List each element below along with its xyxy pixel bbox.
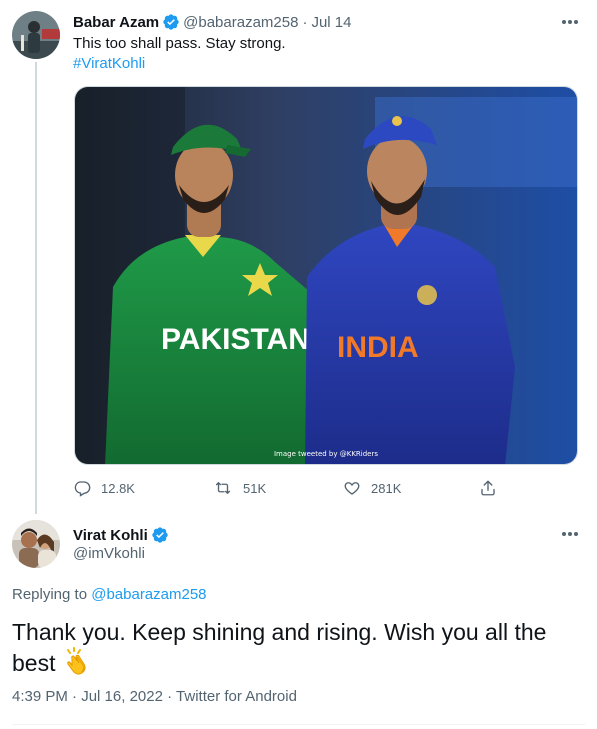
tweet1-text: This too shall pass. Stay strong. — [73, 35, 286, 52]
like-icon — [344, 482, 360, 495]
tweet2-source[interactable]: Twitter for Android — [176, 688, 297, 705]
like-count: 281K — [371, 480, 402, 496]
more-icon[interactable] — [560, 12, 580, 32]
meta-separator: · — [72, 688, 78, 705]
tweet1-handle[interactable]: @babarazam258 — [183, 14, 298, 31]
reply-icon — [74, 481, 91, 497]
tweet2-date[interactable]: Jul 16, 2022 — [81, 688, 163, 705]
retweet-button[interactable]: 51K — [213, 478, 266, 498]
tweet1-display-name[interactable]: Babar Azam — [73, 14, 159, 31]
divider — [12, 724, 585, 725]
tweet2-meta: 4:39 PM · Jul 16, 2022 · Twitter for And… — [12, 688, 297, 705]
media-credit-caption: Image tweeted by @KKRiders — [273, 450, 379, 458]
tweet1-date[interactable]: Jul 14 — [311, 14, 351, 31]
tweet2-time[interactable]: 4:39 PM — [12, 688, 68, 705]
india-jersey-text: INDIA — [337, 331, 419, 364]
tweet2-text-block: Thank you. Keep shining and rising. Wish… — [12, 617, 582, 682]
meta-separator: · — [167, 688, 173, 705]
retweet-count: 51K — [243, 480, 267, 496]
thread-connector-line — [35, 62, 37, 514]
tweet1-hashtag-link[interactable]: #ViratKohli — [73, 54, 145, 74]
more-icon[interactable] — [560, 524, 580, 544]
retweet-icon — [215, 482, 231, 494]
pakistan-jersey-text: PAKISTAN — [161, 323, 310, 356]
tweet2-handle[interactable]: @imVkohli — [73, 545, 145, 562]
tweet1-header: Babar Azam @babarazam258 · Jul 14 — [73, 12, 351, 32]
verified-badge-icon — [151, 526, 169, 544]
tweet2-text: Thank you. Keep shining and rising. Wish… — [12, 619, 547, 676]
virat-kohli-avatar[interactable] — [12, 520, 60, 568]
reply-button[interactable]: 12.8K — [73, 478, 135, 498]
tweet1-action-bar: 12.8K 51K 281K — [73, 478, 503, 498]
share-button[interactable] — [479, 478, 507, 498]
babar-azam-avatar[interactable] — [12, 11, 60, 59]
like-button[interactable]: 281K — [343, 478, 401, 498]
replying-to-line: Replying to @babarazam258 — [12, 586, 207, 603]
tweet1-media-photo[interactable]: PAKISTAN INDIA Image tweeted by @KKRider… — [74, 86, 578, 465]
tweet1-separator: · — [302, 13, 308, 31]
share-icon — [481, 480, 495, 496]
tweet2-display-name[interactable]: Virat Kohli — [73, 527, 148, 544]
replying-to-handle-link[interactable]: @babarazam258 — [91, 586, 206, 603]
tweet2-header: Virat Kohli — [73, 525, 172, 545]
verified-badge-icon — [162, 13, 180, 31]
reply-count: 12.8K — [101, 480, 135, 496]
replying-to-prefix: Replying to — [12, 586, 88, 603]
clapping-hands-icon — [64, 647, 92, 682]
